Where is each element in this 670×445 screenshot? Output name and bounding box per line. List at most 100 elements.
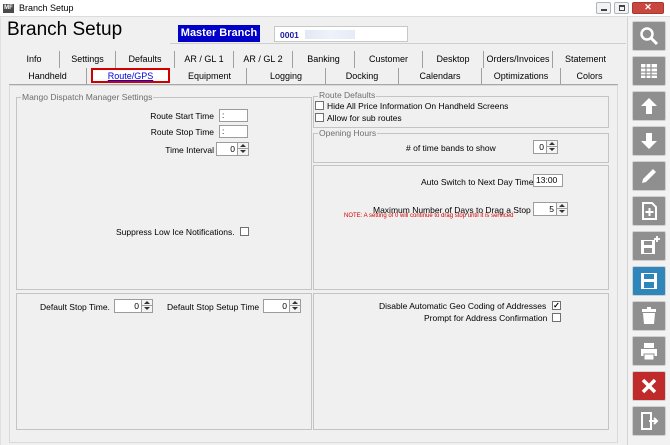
pencil-icon [642, 169, 656, 183]
stepper-arrows[interactable] [289, 300, 300, 312]
window-title: Branch Setup [19, 3, 74, 13]
time-interval-value: 0 [230, 144, 235, 154]
tab-docking[interactable]: Docking [326, 68, 399, 85]
close-x-icon: ✕ [644, 2, 652, 12]
app-icon: MF [3, 4, 14, 13]
page-title: Branch Setup [7, 19, 123, 40]
master-branch-label: Master Branch [178, 25, 260, 42]
move-up-button[interactable] [632, 91, 666, 121]
save-as-new-button[interactable] [632, 231, 666, 261]
grid-icon [641, 64, 657, 78]
hide-price-label: Hide All Price Information On Handheld S… [327, 101, 509, 111]
cancel-button[interactable] [632, 371, 666, 401]
right-toolbar [627, 17, 670, 445]
suppress-ice-checkbox[interactable] [240, 227, 249, 236]
tab-desktop[interactable]: Desktop [423, 51, 484, 68]
tab-banking[interactable]: Banking [293, 51, 355, 68]
save-button[interactable] [632, 266, 666, 296]
max-drag-days-stepper[interactable]: 5 [533, 202, 568, 216]
tab-ar-gl-2[interactable]: AR / GL 2 [234, 51, 293, 68]
save-new-icon [641, 236, 660, 254]
stop-times-group [16, 293, 312, 430]
route-stop-label: Route Stop Time [150, 127, 214, 137]
tab-row-1: Info Settings Defaults AR / GL 1 AR / GL… [9, 51, 618, 68]
default-stop-label: Default Stop Time. [40, 302, 110, 312]
route-start-label: Route Start Time [150, 111, 214, 121]
maximize-icon [619, 5, 625, 11]
search-icon [640, 27, 659, 46]
minimize-icon [601, 9, 607, 11]
tab-info[interactable]: Info [9, 51, 60, 68]
header-divider [170, 43, 626, 44]
mango-settings-legend: Mango Dispatch Manager Settings [21, 92, 154, 102]
route-start-input[interactable]: : [219, 109, 248, 122]
auto-switch-label: Auto Switch to Next Day Time [421, 177, 534, 187]
disable-geo-checkbox[interactable]: ✓ [552, 301, 561, 310]
print-icon [641, 343, 657, 361]
maximize-button[interactable] [614, 2, 629, 14]
tab-orders-invoices[interactable]: Orders/Invoices [484, 51, 553, 68]
window-titlebar: MF Branch Setup ✕ [0, 0, 670, 17]
hide-price-checkbox[interactable] [315, 101, 324, 110]
new-document-icon [642, 202, 657, 220]
tab-ar-gl-1[interactable]: AR / GL 1 [175, 51, 234, 68]
prompt-confirm-label: Prompt for Address Confirmation [424, 313, 548, 323]
new-record-button[interactable] [632, 196, 666, 226]
exit-icon [641, 412, 659, 430]
sub-routes-label: Allow for sub routes [327, 113, 402, 123]
default-stop-setup-value: 0 [282, 301, 287, 311]
window-close-button[interactable]: ✕ [632, 2, 664, 14]
branch-name-redacted [305, 30, 355, 39]
auto-switch-input[interactable]: 13:00 [533, 174, 563, 187]
tab-defaults[interactable]: Defaults [116, 51, 175, 68]
branch-selector[interactable]: 0001 [274, 26, 408, 42]
tab-optimizations[interactable]: Optimizations [482, 68, 561, 85]
sub-routes-checkbox[interactable] [315, 113, 324, 122]
stepper-arrows[interactable] [237, 143, 248, 155]
search-button[interactable] [632, 21, 666, 51]
stepper-arrows[interactable] [556, 203, 567, 215]
default-stop-setup-stepper[interactable]: 0 [263, 299, 301, 313]
branch-code: 0001 [280, 30, 299, 40]
prompt-confirm-checkbox[interactable] [552, 313, 561, 322]
arrow-up-icon [641, 98, 657, 114]
tab-handheld[interactable]: Handheld [9, 68, 87, 85]
tab-customer[interactable]: Customer [355, 51, 423, 68]
tab-row-2: Handheld Route/GPS Equipment Logging Doc… [9, 68, 618, 85]
tab-route-gps[interactable]: Route/GPS [91, 68, 170, 83]
save-icon [641, 273, 657, 289]
default-stop-value: 0 [134, 301, 139, 311]
tab-logging[interactable]: Logging [247, 68, 326, 85]
opening-hours-legend: Opening Hours [318, 128, 378, 138]
move-down-button[interactable] [632, 126, 666, 156]
tab-statement[interactable]: Statement [553, 51, 618, 68]
time-bands-value: 0 [539, 142, 544, 152]
tab-colors[interactable]: Colors [561, 68, 618, 85]
grid-view-button[interactable] [632, 56, 666, 86]
drag-stop-note: NOTE: A setting of 0 will continue to dr… [344, 213, 514, 219]
delete-icon [642, 307, 656, 324]
tab-settings[interactable]: Settings [60, 51, 116, 68]
max-drag-days-value: 5 [549, 204, 554, 214]
arrow-down-icon [641, 133, 657, 149]
close-icon [641, 378, 657, 394]
edit-button[interactable] [632, 161, 666, 191]
exit-button[interactable] [632, 406, 666, 436]
route-stop-input[interactable]: : [219, 125, 248, 138]
stepper-arrows[interactable] [141, 300, 152, 312]
default-stop-stepper[interactable]: 0 [114, 299, 153, 313]
stepper-arrows[interactable] [546, 141, 557, 153]
time-interval-stepper[interactable]: 0 [216, 142, 249, 156]
time-bands-label: # of time bands to show [406, 143, 496, 153]
suppress-ice-label: Suppress Low Ice Notifications. [116, 227, 235, 237]
tab-calendars[interactable]: Calendars [399, 68, 482, 85]
route-defaults-legend: Route Defaults [318, 90, 377, 100]
mango-settings-group [16, 97, 312, 290]
time-bands-stepper[interactable]: 0 [533, 140, 558, 154]
disable-geo-label: Disable Automatic Geo Coding of Addresse… [379, 301, 547, 311]
time-interval-label: Time Interval [165, 145, 214, 155]
delete-button[interactable] [632, 301, 666, 331]
print-button[interactable] [632, 336, 666, 366]
minimize-button[interactable] [596, 2, 611, 14]
tab-equipment[interactable]: Equipment [173, 68, 247, 85]
